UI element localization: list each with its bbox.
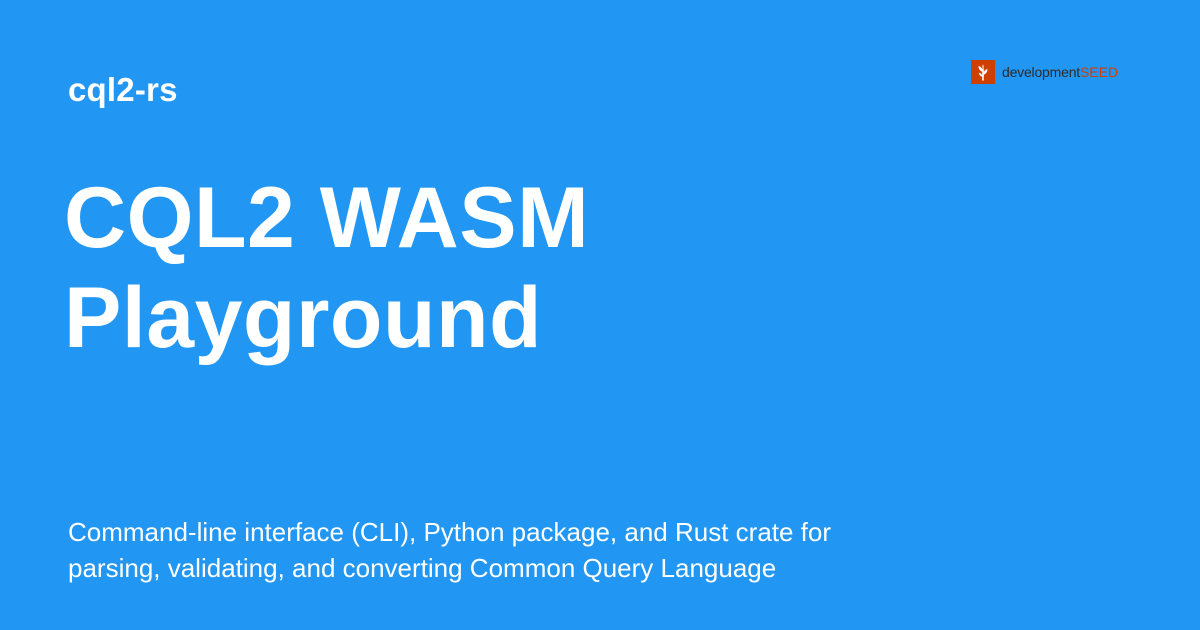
logo-wordmark: developmentSEED bbox=[1002, 60, 1118, 84]
seed-sprout-glyph bbox=[978, 64, 988, 81]
project-description: Command-line interface (CLI), Python pac… bbox=[68, 514, 968, 586]
logo-text-primary: development bbox=[1002, 64, 1080, 80]
title-line-2: Playground bbox=[64, 270, 543, 366]
development-seed-logo: developmentSEED bbox=[971, 60, 1118, 84]
social-card: cql2-rs developmentSEED CQL2 WASM Playgr… bbox=[0, 0, 1200, 630]
seed-sprout-icon bbox=[971, 60, 995, 84]
project-name: cql2-rs bbox=[68, 71, 178, 108]
title-line-1: CQL2 WASM bbox=[64, 170, 590, 266]
page-title: CQL2 WASM Playground bbox=[64, 168, 964, 368]
logo-text-accent: SEED bbox=[1079, 64, 1119, 80]
description-line-2: parsing, validating, and converting Comm… bbox=[68, 553, 777, 583]
description-line-1: Command-line interface (CLI), Python pac… bbox=[68, 517, 832, 547]
